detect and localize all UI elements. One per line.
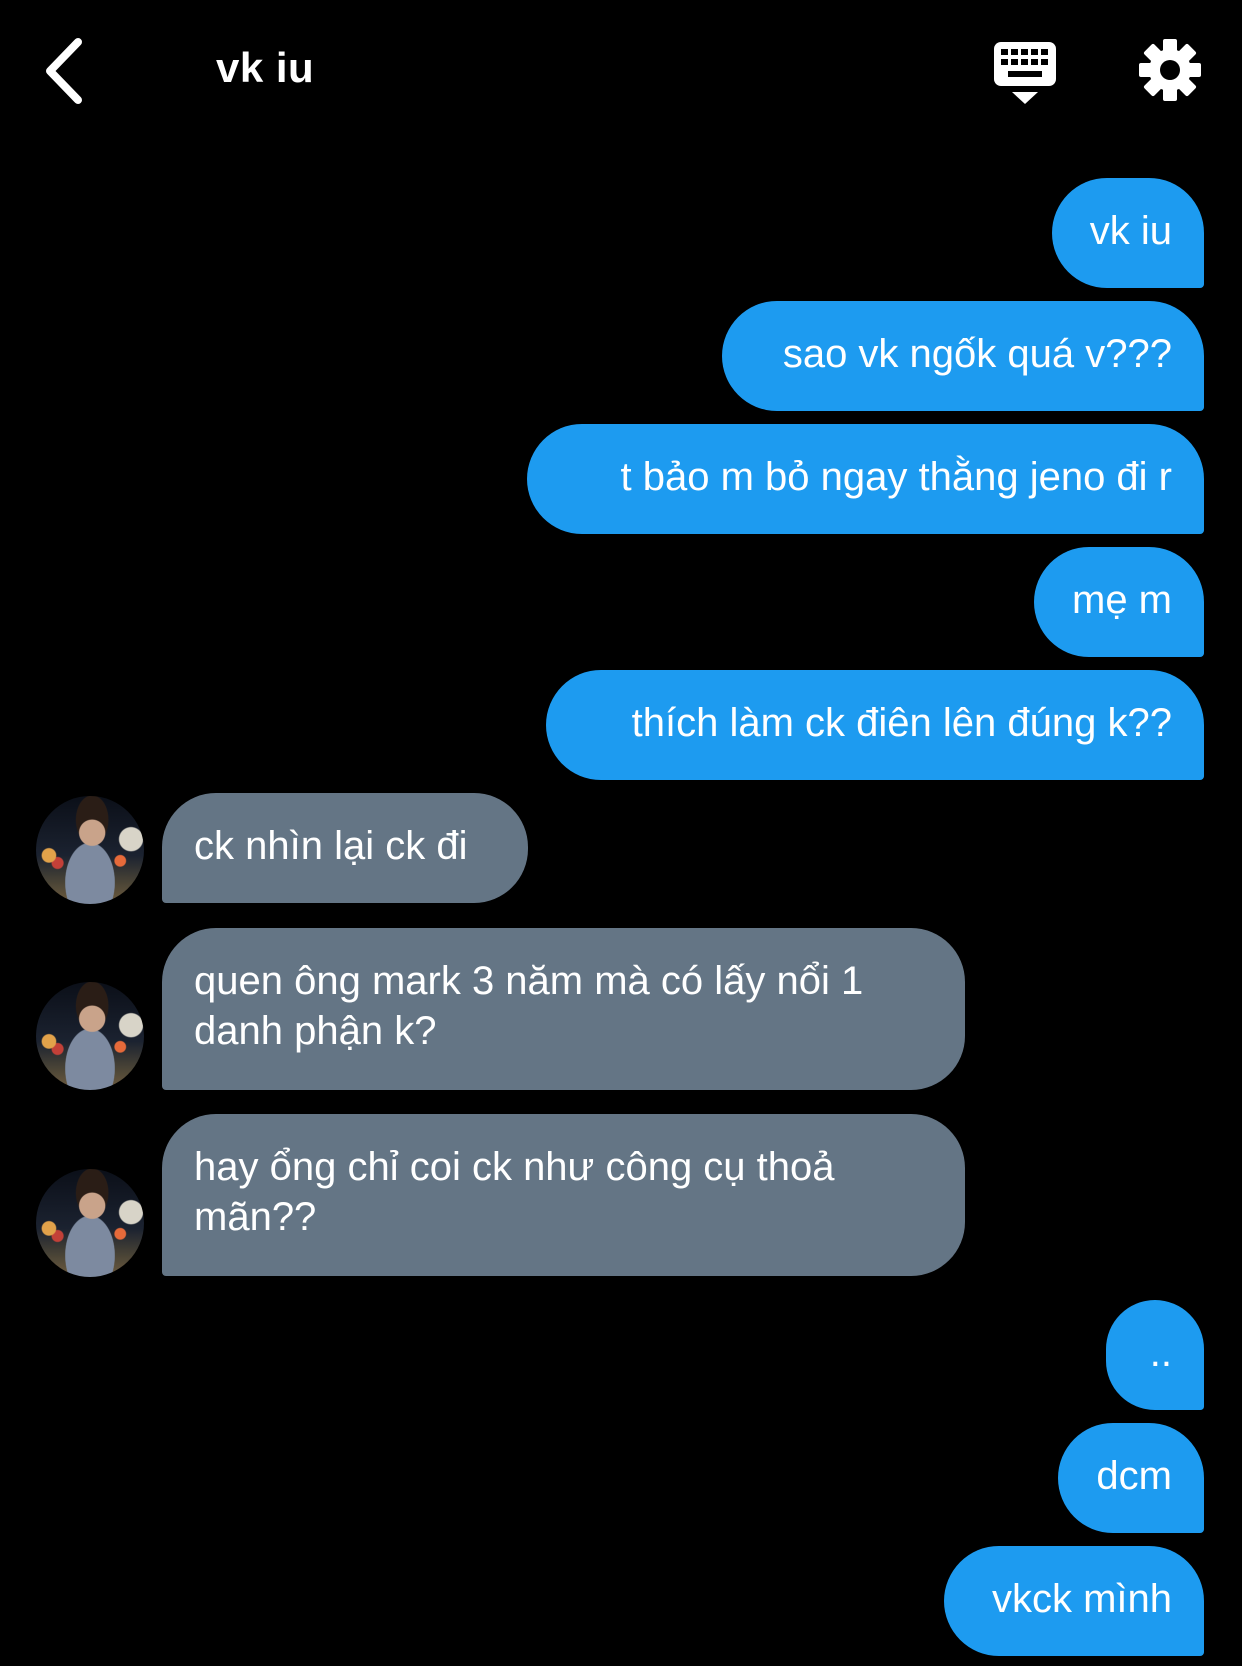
gear-icon — [1139, 39, 1201, 101]
keyboard-toggle-button[interactable] — [992, 40, 1058, 106]
chat-header: vk iu — [0, 0, 1242, 150]
outgoing-message[interactable]: mẹ m — [1034, 547, 1204, 657]
incoming-message[interactable]: hay ổng chỉ coi ck như công cụ thoả mãn?… — [162, 1114, 965, 1276]
chevron-left-icon — [46, 38, 82, 104]
outgoing-message[interactable]: vk iu — [1052, 178, 1204, 288]
contact-avatar[interactable] — [36, 1169, 144, 1277]
outgoing-message[interactable]: vkck mình — [944, 1546, 1204, 1656]
keyboard-hide-icon — [994, 42, 1056, 104]
settings-button[interactable] — [1138, 38, 1202, 102]
back-button[interactable] — [40, 36, 90, 106]
outgoing-message[interactable]: thích làm ck điên lên đúng k?? — [546, 670, 1204, 780]
contact-avatar[interactable] — [36, 982, 144, 1090]
outgoing-message[interactable]: dcm — [1058, 1423, 1204, 1533]
contact-avatar[interactable] — [36, 796, 144, 904]
incoming-message[interactable]: quen ông mark 3 năm mà có lấy nổi 1 danh… — [162, 928, 965, 1090]
outgoing-message[interactable]: t bảo m bỏ ngay thằng jeno đi r — [527, 424, 1204, 534]
incoming-message[interactable]: ck nhìn lại ck đi — [162, 793, 528, 903]
outgoing-message[interactable]: sao vk ngốk quá v??? — [722, 301, 1204, 411]
conversation-title: vk iu — [216, 44, 315, 91]
outgoing-message[interactable]: .. — [1106, 1300, 1204, 1410]
